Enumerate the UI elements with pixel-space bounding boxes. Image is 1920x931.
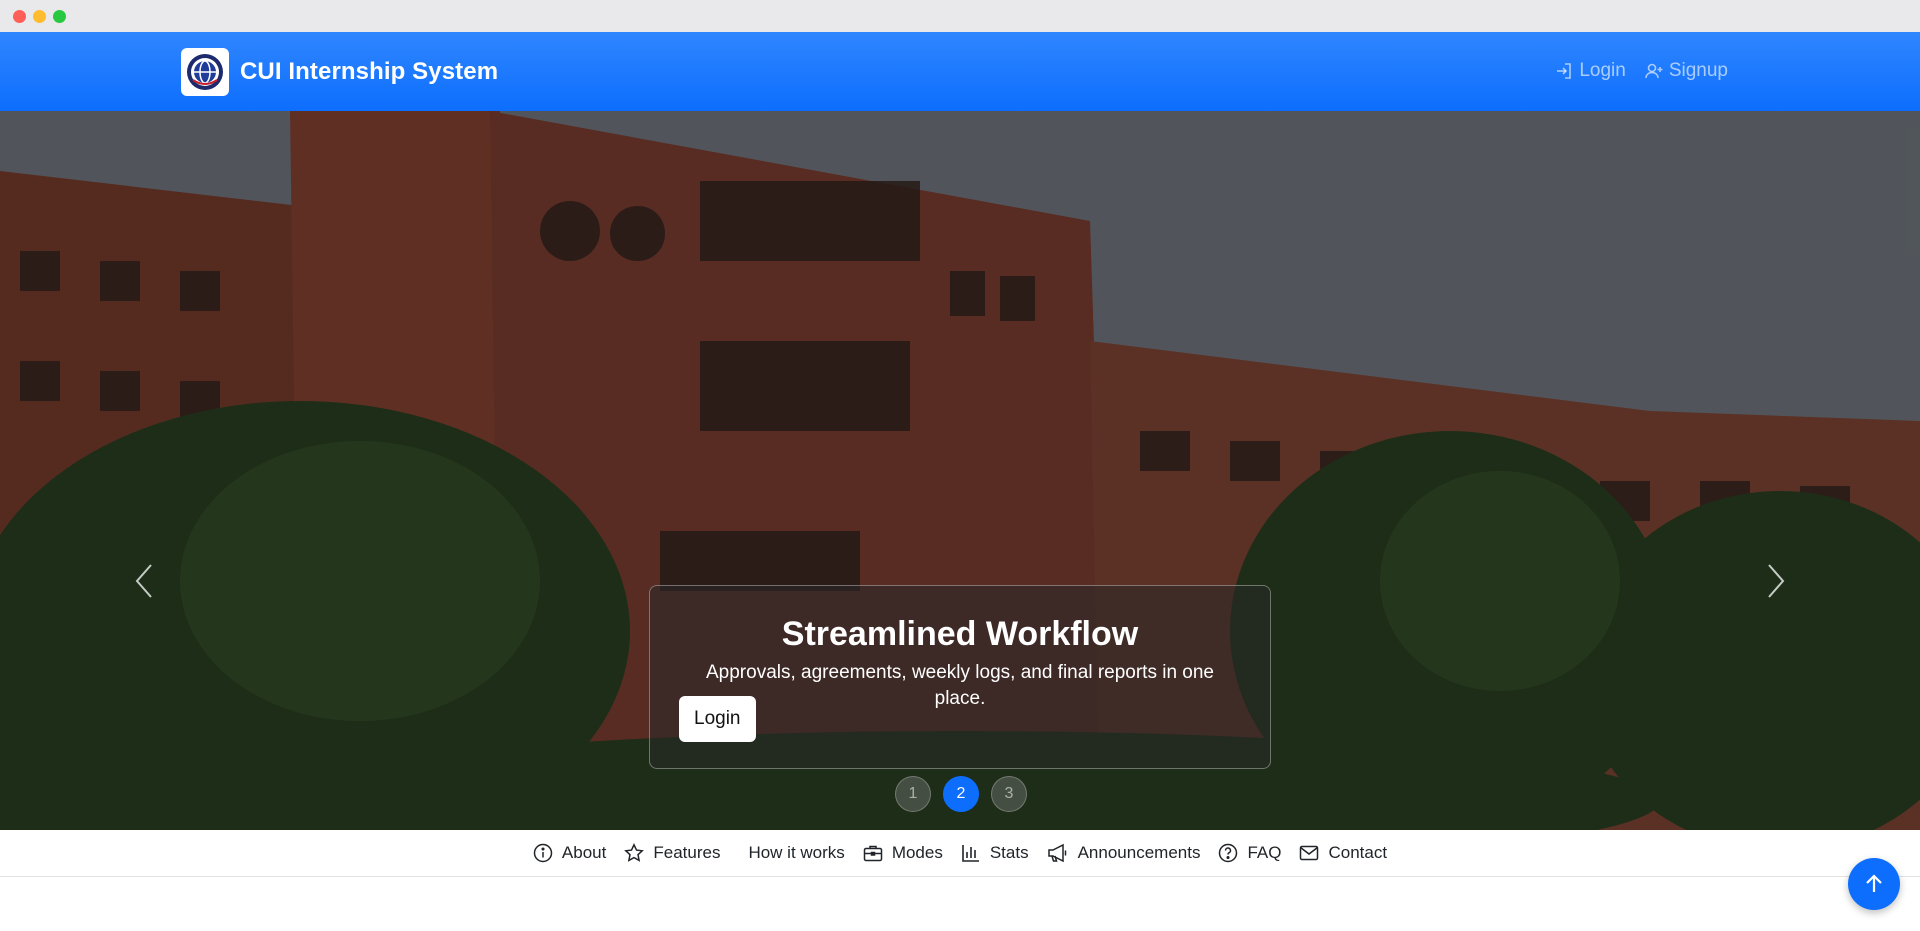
envelope-icon [1300, 845, 1319, 861]
chevron-left-icon [135, 564, 152, 598]
megaphone-icon [1047, 843, 1066, 863]
briefcase-icon [863, 845, 883, 862]
bar-chart-icon [962, 845, 979, 862]
section-link-label: About [561, 843, 607, 862]
carousel-caption: Streamlined Workflow Approvals, agreemen… [649, 585, 1271, 769]
signup-link-label: Signup [1668, 60, 1728, 81]
window-close-button[interactable] [13, 10, 26, 23]
carousel-indicator-2[interactable]: 2 [943, 776, 979, 812]
section-link-how-it-works[interactable]: How it works [748, 843, 844, 863]
carousel-prev-button[interactable] [124, 556, 164, 606]
chevron-right-icon [1768, 564, 1785, 598]
university-logo-icon [181, 48, 229, 96]
section-link-label: FAQ [1247, 843, 1282, 862]
carousel-indicator-1[interactable]: 1 [895, 776, 931, 812]
section-link-label: Announcements [1077, 843, 1201, 862]
caption-title: Streamlined Workflow [781, 615, 1139, 653]
section-link-faq[interactable]: FAQ [1218, 843, 1281, 863]
login-icon [1557, 63, 1572, 79]
caption-text: Approvals, agreements, weekly logs, and … [706, 662, 1214, 709]
section-link-about[interactable]: About [533, 843, 606, 863]
section-link-modes[interactable]: Modes [863, 843, 943, 863]
section-link-announcements[interactable]: Announcements [1047, 843, 1201, 863]
login-link[interactable]: Login [1554, 60, 1626, 82]
carousel-next-button[interactable] [1756, 556, 1796, 606]
caption-login-button[interactable]: Login [679, 696, 756, 742]
auth-links: Login Signup [1554, 60, 1728, 82]
signup-link[interactable]: Signup [1644, 60, 1728, 82]
window-minimize-button[interactable] [33, 10, 46, 23]
section-link-features[interactable]: Features [624, 843, 720, 863]
section-nav: About Features How it works Modes Stats … [0, 830, 1920, 877]
arrow-up-icon [1866, 874, 1882, 892]
window-maximize-button[interactable] [53, 10, 66, 23]
section-link-label: How it works [748, 843, 845, 862]
carousel-indicator-3[interactable]: 3 [991, 776, 1027, 812]
question-circle-icon [1219, 843, 1238, 863]
hero-carousel: Streamlined Workflow Approvals, agreemen… [0, 111, 1920, 830]
section-link-label: Contact [1328, 843, 1388, 862]
section-link-contact[interactable]: Contact [1299, 843, 1387, 863]
top-navbar: CUI Internship System Login Signup [0, 32, 1920, 111]
section-link-label: Modes [891, 843, 943, 862]
carousel-indicators: 1 2 3 [895, 776, 1027, 812]
user-plus-icon [1645, 63, 1663, 79]
brand[interactable]: CUI Internship System [181, 48, 498, 96]
back-to-top-button[interactable] [1848, 858, 1900, 910]
star-icon [624, 843, 645, 862]
section-link-stats[interactable]: Stats [961, 843, 1029, 863]
brand-title: CUI Internship System [240, 58, 499, 85]
section-link-label: Features [653, 843, 721, 862]
info-circle-icon [533, 843, 553, 863]
section-link-label: Stats [989, 843, 1029, 862]
window-titlebar [0, 0, 1920, 32]
login-link-label: Login [1579, 60, 1626, 81]
